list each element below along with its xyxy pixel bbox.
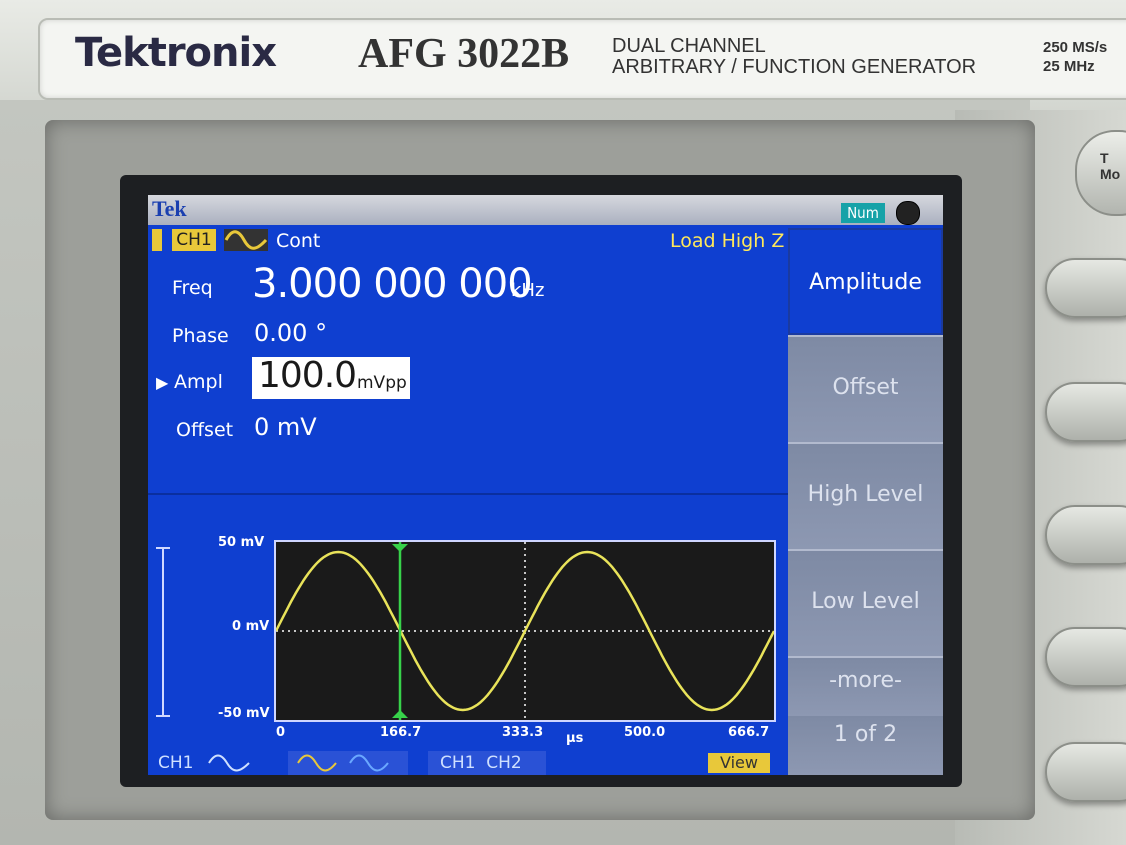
- x-tick-4: 666.7: [728, 725, 770, 740]
- y-label-bottom: -50 mV: [218, 706, 270, 721]
- description-line2: ARBITRARY / FUNCTION GENERATOR: [612, 56, 977, 78]
- mode-hard-button-label: T Mo: [1100, 150, 1121, 182]
- bezel-button-4[interactable]: [1045, 627, 1126, 687]
- ampl-unit: mVpp: [357, 373, 407, 393]
- menu-offset[interactable]: Offset: [788, 335, 943, 442]
- tab-waveform-select[interactable]: [288, 751, 408, 775]
- x-tick-3: 500.0: [624, 725, 666, 740]
- tab-sine-icon: [208, 754, 250, 772]
- description-line1: DUAL CHANNEL: [612, 35, 766, 57]
- freq-value[interactable]: 3.000 000 000: [252, 261, 533, 307]
- menu-low-level[interactable]: Low Level: [788, 549, 943, 656]
- view-button[interactable]: View: [708, 753, 770, 773]
- amplitude-scale-bar: [162, 547, 164, 717]
- offset-value[interactable]: 0 mV: [254, 413, 317, 441]
- sine-icon: [224, 229, 268, 251]
- spec-sample-rate: 250 MS/s: [1043, 39, 1108, 56]
- menu-amplitude[interactable]: Amplitude: [788, 228, 943, 335]
- bezel-button-3[interactable]: [1045, 505, 1126, 565]
- bezel-button-5[interactable]: [1045, 742, 1126, 802]
- brand-logo: Tektronix: [75, 30, 277, 76]
- x-tick-2: 333.3: [502, 725, 544, 740]
- bezel-button-1[interactable]: [1045, 258, 1126, 318]
- menu-page-indicator: 1 of 2: [788, 716, 943, 775]
- x-tick-1: 166.7: [380, 725, 422, 740]
- soft-menu: Amplitude Offset High Level Low Level -m…: [788, 228, 943, 775]
- status-bar: Tek Num: [148, 195, 943, 225]
- num-indicator: Num: [841, 203, 885, 223]
- phase-label: Phase: [172, 325, 229, 347]
- freq-unit: kHz: [511, 280, 545, 301]
- channel-label: CH1: [172, 229, 216, 251]
- remote-icon: [896, 201, 920, 225]
- cursor-bottom-arrow: [392, 710, 408, 718]
- y-label-top: 50 mV: [218, 535, 265, 550]
- display-screen: Tek Num CH1 Cont Load High Z Freq 3.000 …: [148, 195, 943, 775]
- channel-color-box: [152, 229, 162, 251]
- x-unit: µs: [566, 731, 584, 746]
- scale-bar-bottom: [156, 715, 170, 717]
- selected-arrow-icon: ▶: [156, 375, 169, 392]
- instrument-description: DUAL CHANNEL ARBITRARY / FUNCTION GENERA…: [612, 36, 976, 78]
- section-divider: [148, 493, 788, 495]
- waveform-plot: [274, 540, 776, 722]
- run-mode: Cont: [276, 230, 321, 252]
- x-tick-0: 0: [276, 725, 286, 740]
- cursor-top-arrow: [392, 544, 408, 552]
- model-name: AFG 3022B: [358, 31, 570, 77]
- tab-ch1-ch2[interactable]: CH1 CH2: [428, 751, 546, 775]
- offset-label: Offset: [176, 419, 234, 441]
- cursor-marker: [392, 542, 408, 720]
- phase-value[interactable]: 0.00 °: [254, 319, 327, 347]
- scale-bar-top: [156, 547, 170, 549]
- bezel-button-2[interactable]: [1045, 382, 1126, 442]
- instrument-specs: 250 MS/s 25 MHz: [1043, 38, 1107, 76]
- spec-bandwidth: 25 MHz: [1043, 58, 1095, 75]
- menu-high-level[interactable]: High Level: [788, 442, 943, 549]
- tek-logo: Tek: [152, 196, 187, 221]
- y-label-mid: 0 mV: [232, 619, 270, 634]
- load-setting: Load High Z: [670, 230, 785, 252]
- tab-ch1[interactable]: CH1: [148, 751, 254, 775]
- ampl-value[interactable]: 100.0: [258, 355, 357, 396]
- tab-sine-pair-icon: [297, 754, 389, 772]
- menu-more[interactable]: -more-: [788, 656, 943, 716]
- freq-label: Freq: [172, 277, 213, 299]
- ampl-label: Ampl: [174, 371, 223, 393]
